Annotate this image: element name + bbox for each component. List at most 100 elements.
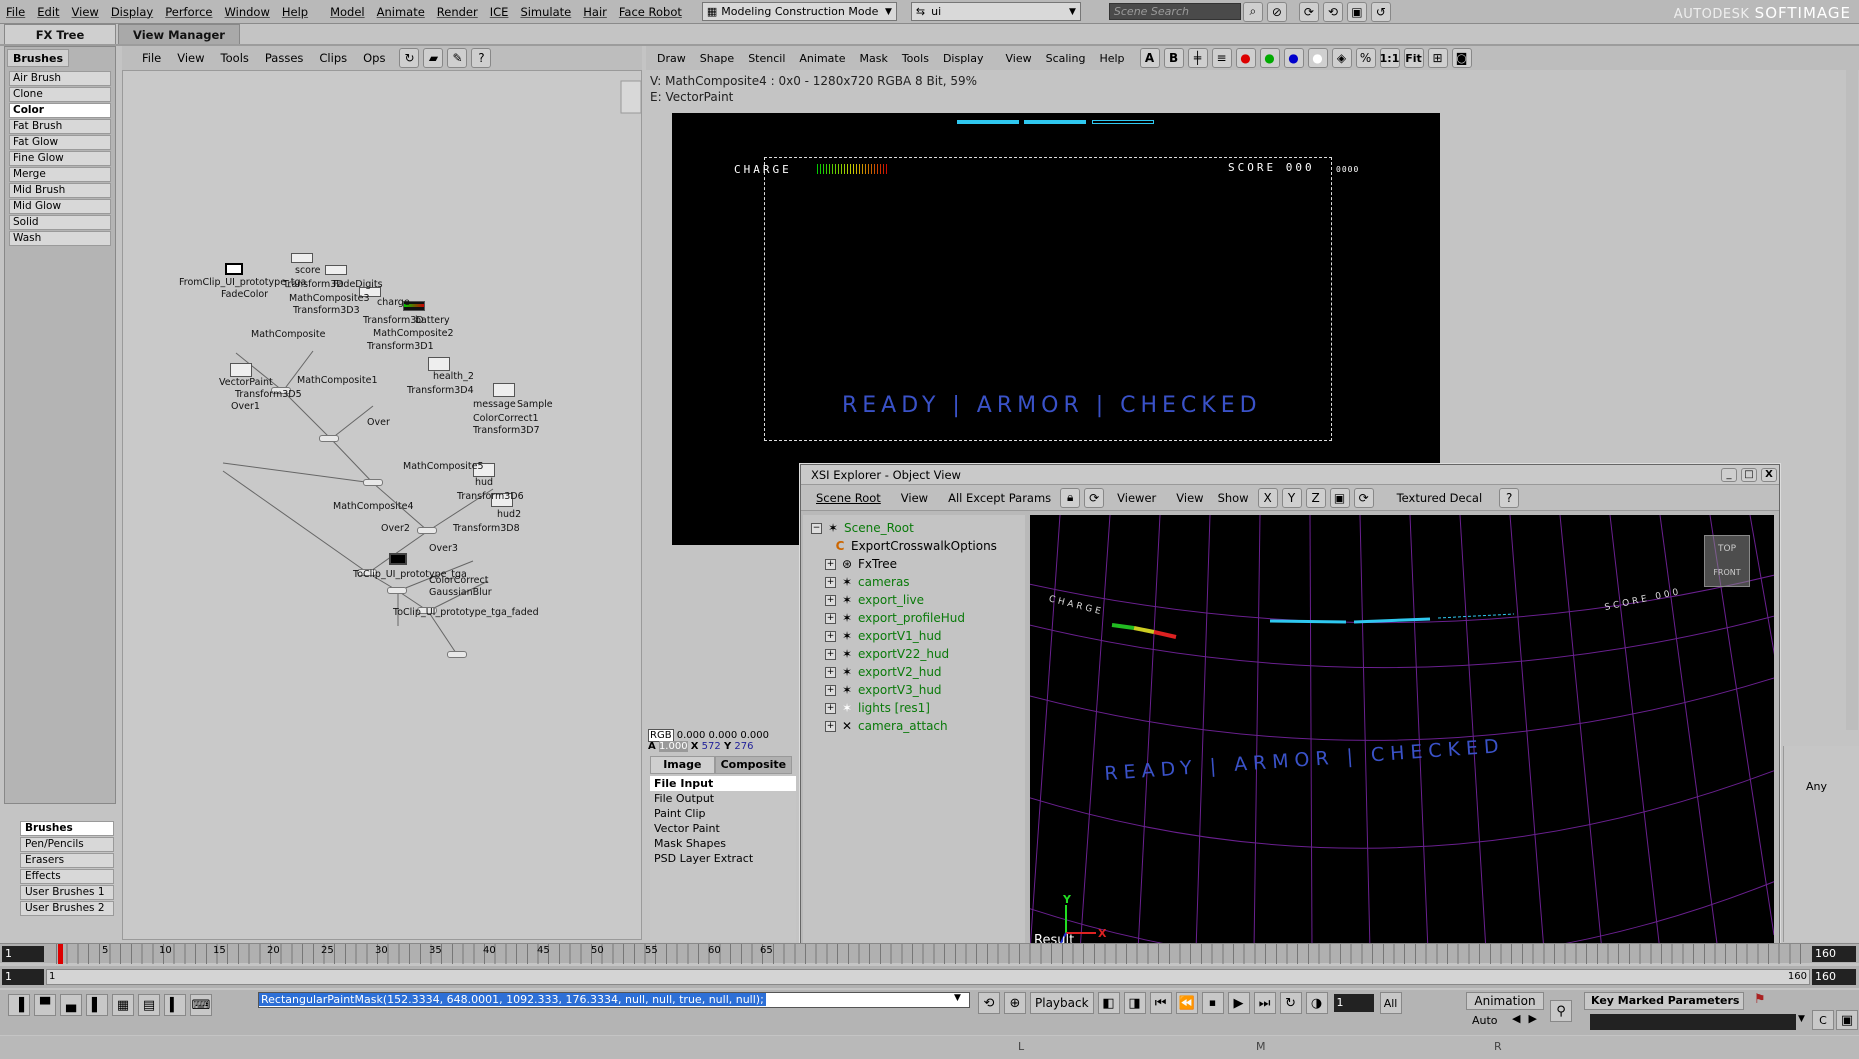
expand-icon[interactable]: + bbox=[825, 648, 836, 660]
expand-icon[interactable]: + bbox=[825, 594, 836, 606]
clear-search-icon[interactable]: ⊘ bbox=[1266, 1, 1287, 22]
fx-menu-clips[interactable]: Clips bbox=[311, 51, 355, 65]
tree-item[interactable]: + ✕ camera_attach bbox=[825, 717, 948, 735]
axis-x-button[interactable]: X bbox=[1257, 487, 1278, 508]
undo-icon[interactable]: ↺ bbox=[1370, 1, 1391, 22]
command-line-input[interactable]: RectangularPaintMask(152.3334, 648.0001,… bbox=[258, 992, 970, 1008]
tree-item-scene-root[interactable]: − ✶ Scene_Root bbox=[811, 519, 914, 537]
view-cube[interactable]: TOP FRONT bbox=[1704, 535, 1750, 587]
range-slider[interactable]: 1 1 160 160 bbox=[0, 966, 1859, 988]
op-vector-paint[interactable]: Vector Paint bbox=[650, 821, 796, 836]
play-icon[interactable]: ▶ bbox=[1227, 992, 1250, 1014]
prev-key-icon[interactable]: ◧ bbox=[1097, 992, 1120, 1014]
tree-item[interactable]: + ✶ export_live bbox=[825, 591, 924, 609]
category-erasers[interactable]: Erasers bbox=[20, 853, 114, 868]
zoom-fit-button[interactable]: Fit bbox=[1403, 48, 1424, 68]
first-frame-icon[interactable]: ⏮ bbox=[1149, 992, 1172, 1014]
range-end-field[interactable]: 160 bbox=[1812, 969, 1856, 985]
brush-item[interactable]: Wash bbox=[9, 231, 111, 246]
open-icon[interactable]: ▰ bbox=[423, 48, 444, 68]
green-channel-icon[interactable]: ● bbox=[1259, 48, 1280, 68]
node-label[interactable]: Transform3D3 bbox=[293, 305, 360, 316]
expand-icon[interactable]: + bbox=[825, 720, 836, 732]
viewer-menu-tools[interactable]: Tools bbox=[895, 52, 936, 65]
tree-item[interactable]: + ✶ cameras bbox=[825, 573, 910, 591]
viewer-a-button[interactable]: A bbox=[1139, 48, 1160, 68]
chevron-down-icon[interactable]: ▼ bbox=[1798, 1014, 1805, 1024]
wipe-icon[interactable]: ≡ bbox=[1211, 48, 1232, 68]
op-file-input[interactable]: File Input bbox=[650, 776, 796, 791]
viewer-menu-scaling[interactable]: Scaling bbox=[1039, 52, 1093, 65]
axis-z-button[interactable]: Z bbox=[1305, 487, 1326, 508]
node-port[interactable] bbox=[447, 651, 467, 658]
layout-1-icon[interactable]: ▐ bbox=[8, 994, 30, 1016]
node-label[interactable]: Over2 bbox=[381, 523, 410, 534]
tree-item[interactable]: + ⊛ FxTree bbox=[825, 555, 897, 573]
expand-icon[interactable]: + bbox=[825, 630, 836, 642]
node-label[interactable]: Transform3D bbox=[363, 315, 424, 326]
split-icon[interactable]: ╪ bbox=[1187, 48, 1208, 68]
viewer-menu-mask[interactable]: Mask bbox=[852, 52, 894, 65]
refresh-icon[interactable]: ⟳ bbox=[1084, 487, 1105, 508]
key-marker-icon[interactable]: ⚑ bbox=[1754, 992, 1766, 1007]
frame-icon[interactable]: ⊞ bbox=[1427, 48, 1448, 68]
display-mode-menu[interactable]: Textured Decal bbox=[1390, 488, 1490, 508]
range-start-field[interactable]: 1 bbox=[2, 969, 44, 985]
node-label[interactable]: Transform3D6 bbox=[457, 491, 524, 502]
node-label[interactable]: Transform3D4 bbox=[407, 385, 474, 396]
layout-2-icon[interactable]: ▀ bbox=[34, 994, 56, 1016]
key-marked-parameters-button[interactable]: Key Marked Parameters bbox=[1584, 992, 1744, 1010]
filter-menu[interactable]: All Except Params bbox=[941, 488, 1058, 508]
layout-7-icon[interactable]: ▍ bbox=[164, 994, 186, 1016]
help-icon[interactable]: ? bbox=[471, 48, 492, 68]
node-thumbnail[interactable] bbox=[389, 553, 407, 565]
node-label[interactable]: MathComposite3 bbox=[289, 293, 370, 304]
explorer-title-bar[interactable]: XSI Explorer - Object View _ □ X bbox=[801, 465, 1779, 485]
node-label[interactable]: message bbox=[473, 399, 516, 410]
node-label[interactable]: Transform3D7 bbox=[473, 425, 540, 436]
loop-toggle-icon[interactable]: ↻ bbox=[1279, 992, 1302, 1014]
node-label[interactable]: MathComposite bbox=[251, 329, 325, 340]
menu-help[interactable]: Help bbox=[276, 5, 314, 19]
animation-button[interactable]: Animation bbox=[1466, 992, 1544, 1010]
tree-item[interactable]: + ✶ lights [res1] bbox=[825, 699, 930, 717]
node-label[interactable]: Sample bbox=[517, 399, 553, 410]
alpha-channel-icon[interactable]: ● bbox=[1307, 48, 1328, 68]
viewer-menu-help[interactable]: Help bbox=[1092, 52, 1131, 65]
fx-menu-file[interactable]: File bbox=[134, 51, 169, 65]
tree-item[interactable]: + ✶ exportV3_hud bbox=[825, 681, 942, 699]
tree-item[interactable]: + ✶ exportV1_hud bbox=[825, 627, 942, 645]
node-thumbnail[interactable] bbox=[493, 383, 515, 397]
brush-item[interactable]: Solid bbox=[9, 215, 111, 230]
refresh-icon[interactable]: ⟳ bbox=[1298, 1, 1319, 22]
range-bar[interactable]: 1 160 bbox=[46, 969, 1810, 985]
op-paint-clip[interactable]: Paint Clip bbox=[650, 806, 796, 821]
brush-item[interactable]: Fat Brush bbox=[9, 119, 111, 134]
auto-key-button[interactable]: Auto bbox=[1472, 1014, 1498, 1027]
search-icon[interactable]: ⌕ bbox=[1242, 1, 1263, 22]
node-label[interactable]: ToClip_UI_prototype_tga_faded bbox=[393, 607, 539, 618]
viewer-scrollbar[interactable] bbox=[1846, 70, 1858, 730]
node-port[interactable] bbox=[387, 587, 407, 594]
expand-icon[interactable]: + bbox=[825, 702, 836, 714]
scene-root-button[interactable]: Scene Root bbox=[809, 488, 888, 508]
expand-icon[interactable]: + bbox=[825, 612, 836, 624]
menu-ice[interactable]: ICE bbox=[484, 5, 515, 19]
category-effects[interactable]: Effects bbox=[20, 869, 114, 884]
timeline[interactable]: 1 5 10 15 20 25 30 35 40 45 50 55 60 65 … bbox=[0, 943, 1859, 964]
brush-item[interactable]: Fine Glow bbox=[9, 151, 111, 166]
prev-key-arrow-icon[interactable]: ◀ bbox=[1508, 1012, 1524, 1025]
axis-y-button[interactable]: Y bbox=[1281, 487, 1302, 508]
node-label[interactable]: Transform3D5 bbox=[235, 389, 302, 400]
timeline-end-field[interactable]: 160 bbox=[1812, 946, 1856, 962]
explorer-view-menu[interactable]: View bbox=[894, 488, 935, 508]
category-brushes[interactable]: Brushes bbox=[20, 821, 114, 836]
viewer-menu-animate[interactable]: Animate bbox=[792, 52, 852, 65]
layout-3-icon[interactable]: ▄ bbox=[60, 994, 82, 1016]
snapshot-icon[interactable]: ◙ bbox=[1451, 48, 1472, 68]
tab-image[interactable]: Image bbox=[650, 756, 715, 774]
menu-animate[interactable]: Animate bbox=[371, 5, 431, 19]
viewer-menu-shape[interactable]: Shape bbox=[693, 52, 741, 65]
viewer-menu-draw[interactable]: Draw bbox=[650, 52, 693, 65]
node-label[interactable]: MathComposite5 bbox=[403, 461, 484, 472]
